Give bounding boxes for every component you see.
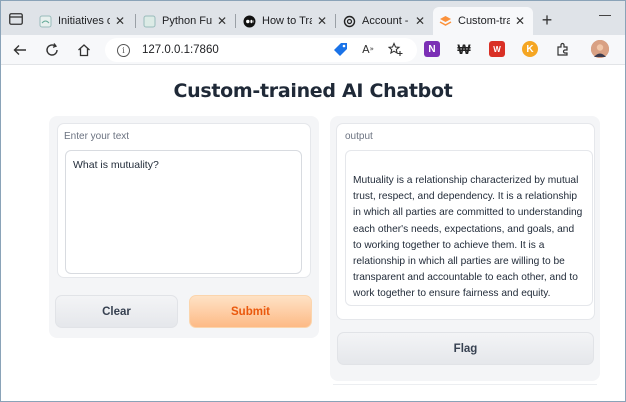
tab-account[interactable]: Account - Op ✕ xyxy=(337,7,433,35)
read-aloud-icon[interactable]: A» xyxy=(359,40,377,58)
gradio-icon xyxy=(439,15,452,28)
address-toolbar: i 127.0.0.1:7860 A» N ₩ W K xyxy=(1,35,625,65)
openai-icon xyxy=(343,15,356,28)
medium-icon xyxy=(243,15,256,28)
output-label: output xyxy=(345,131,373,142)
submit-button[interactable]: Submit xyxy=(189,295,312,328)
tab-title: Custom-train xyxy=(458,15,510,27)
extensions-icon[interactable] xyxy=(554,41,570,57)
onenote-icon[interactable]: N xyxy=(424,41,440,57)
text-input[interactable]: What is mutuality? xyxy=(65,150,302,274)
page-title: Custom-trained AI Chatbot xyxy=(173,80,453,102)
close-icon[interactable]: ✕ xyxy=(513,14,527,28)
input-label: Enter your text xyxy=(64,131,130,142)
tab-actions-icon[interactable] xyxy=(5,8,27,30)
url-text: 127.0.0.1:7860 xyxy=(142,44,219,56)
tab-initiatives[interactable]: Initiatives on ✕ xyxy=(33,7,133,35)
extension-badge-icon[interactable]: W xyxy=(489,41,505,57)
tab-python-func[interactable]: Python Func ✕ xyxy=(137,7,235,35)
close-icon[interactable]: ✕ xyxy=(413,14,427,28)
tab-custom-trained[interactable]: Custom-train ✕ xyxy=(433,7,533,35)
close-icon[interactable]: ✕ xyxy=(113,14,127,28)
close-icon[interactable]: ✕ xyxy=(215,14,229,28)
page-icon xyxy=(143,15,156,28)
tab-how-to-train[interactable]: How to Train ✕ xyxy=(237,7,335,35)
divider xyxy=(333,384,597,385)
info-icon[interactable]: i xyxy=(117,43,130,57)
clear-button[interactable]: Clear xyxy=(55,295,178,328)
close-icon[interactable]: ✕ xyxy=(315,14,329,28)
tab-separator xyxy=(135,14,136,28)
back-icon[interactable] xyxy=(9,39,31,61)
tab-title: Python Func xyxy=(162,15,212,27)
avatar[interactable] xyxy=(591,40,609,58)
reload-icon[interactable] xyxy=(41,39,63,61)
tab-separator xyxy=(235,14,236,28)
new-tab-icon[interactable]: + xyxy=(537,10,557,30)
keyword-icon[interactable]: K xyxy=(522,41,538,57)
tag-icon[interactable] xyxy=(331,40,349,58)
home-icon[interactable] xyxy=(73,39,95,61)
tab-title: Initiatives on xyxy=(58,15,110,27)
flag-button[interactable]: Flag xyxy=(337,332,594,365)
tab-separator xyxy=(335,14,336,28)
favorites-icon[interactable] xyxy=(386,40,404,58)
minimize-icon[interactable] xyxy=(599,15,611,16)
tab-title: Account - Op xyxy=(362,15,410,27)
tab-title: How to Train xyxy=(262,15,312,27)
wallet-icon[interactable]: ₩ xyxy=(456,41,472,57)
browser-window: Initiatives on ✕ Python Func ✕ How to Tr… xyxy=(0,0,626,402)
tab-strip: Initiatives on ✕ Python Func ✕ How to Tr… xyxy=(1,1,625,35)
output-text: Mutuality is a relationship characterize… xyxy=(345,150,593,306)
page-icon xyxy=(39,15,52,28)
page-content: Custom-trained AI Chatbot Enter your tex… xyxy=(1,66,625,401)
